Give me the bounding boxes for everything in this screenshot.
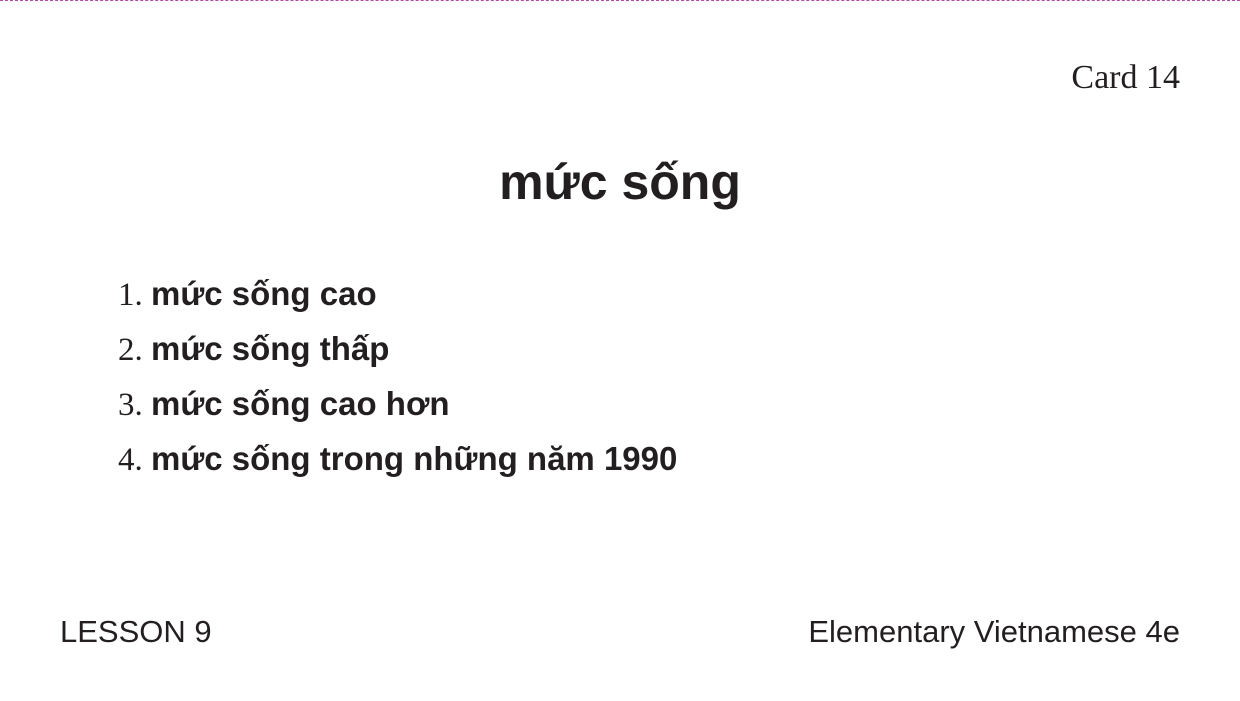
book-title: Elementary Vietnamese 4e bbox=[808, 614, 1180, 649]
list-item-text: mức sống cao bbox=[151, 275, 377, 312]
list-item-text: mức sống cao hơn bbox=[151, 385, 450, 422]
list-item-text: mức sống trong những năm 1990 bbox=[151, 440, 678, 477]
list-item-number: 4. bbox=[118, 442, 151, 478]
lesson-label: LESSON 9 bbox=[60, 614, 212, 649]
card-number: Card 14 bbox=[1071, 59, 1180, 96]
cut-line bbox=[0, 0, 1240, 1]
list-item-number: 3. bbox=[118, 387, 151, 423]
list-item-text: mức sống thấp bbox=[151, 330, 390, 367]
list-item: 4. mức sống trong những năm 1990 bbox=[118, 431, 677, 486]
list-item: 2. mức sống thấp bbox=[118, 321, 677, 376]
list-item-number: 2. bbox=[118, 332, 151, 368]
list-item: 3. mức sống cao hơn bbox=[118, 376, 677, 431]
list-item-number: 1. bbox=[118, 277, 151, 313]
phrase-list: 1. mức sống cao 2. mức sống thấp 3. mức … bbox=[118, 266, 677, 486]
list-item: 1. mức sống cao bbox=[118, 266, 677, 321]
headword: mức sống bbox=[499, 154, 741, 210]
